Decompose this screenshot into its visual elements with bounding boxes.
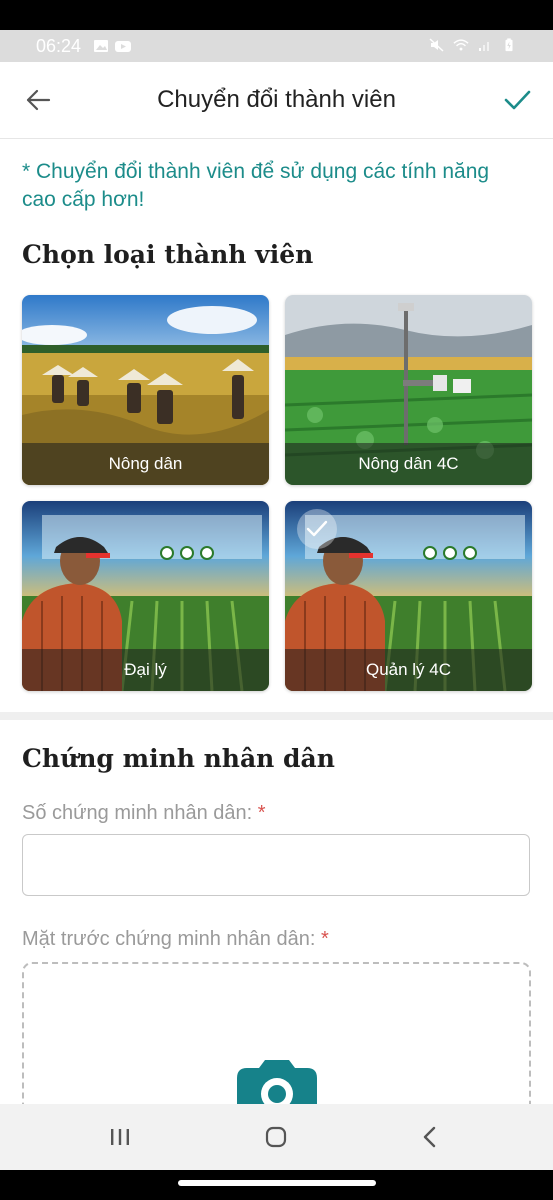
home-indicator[interactable]	[178, 1180, 376, 1186]
home-icon	[265, 1126, 287, 1148]
check-icon	[504, 90, 531, 110]
id-number-label: Số chứng minh nhân dân: *	[22, 802, 266, 825]
confirm-button[interactable]	[499, 82, 535, 118]
system-back-button[interactable]	[410, 1122, 450, 1152]
member-type-heading: Chọn loại thành viên	[22, 240, 314, 269]
member-option-label: Đại lý	[22, 649, 269, 691]
id-number-input[interactable]	[22, 834, 530, 896]
image-icon	[94, 40, 108, 52]
check-icon	[306, 520, 328, 537]
home-button[interactable]	[256, 1122, 296, 1152]
id-card-heading: Chứng minh nhân dân	[22, 744, 335, 773]
app-screen: Chuyển đổi thành viên * Chuyển đổi thành…	[0, 62, 553, 1104]
mute-icon	[429, 38, 444, 52]
signal-icon	[479, 42, 489, 51]
member-option-label: Nông dân	[22, 443, 269, 485]
id-number-label-text: Số chứng minh nhân dân:	[22, 802, 253, 824]
battery-charging-icon	[505, 38, 513, 52]
status-time: 06:24	[36, 36, 82, 56]
front-id-label: Mặt trước chứng minh nhân dân: *	[22, 928, 329, 951]
recent-apps-button[interactable]	[100, 1122, 140, 1152]
required-mark: *	[320, 928, 329, 950]
member-option-label: Nông dân 4C	[285, 443, 532, 485]
member-option-farmer[interactable]: Nông dân	[22, 295, 269, 485]
member-option-agent[interactable]: Đại lý	[22, 501, 269, 691]
system-nav-bar	[0, 1104, 553, 1170]
youtube-icon	[115, 41, 131, 52]
member-option-farmer-4c[interactable]: Nông dân 4C	[285, 295, 532, 485]
member-option-label: Quản lý 4C	[285, 649, 532, 691]
back-icon	[423, 1126, 436, 1148]
member-option-manager-4c[interactable]: Quản lý 4C	[285, 501, 532, 691]
wifi-icon	[453, 39, 469, 51]
status-bar: 06:24	[0, 30, 553, 62]
front-id-label-text: Mặt trước chứng minh nhân dân:	[22, 928, 316, 950]
app-header: Chuyển đổi thành viên	[0, 62, 553, 139]
selected-indicator	[297, 509, 337, 549]
top-black-bar	[0, 0, 553, 30]
page-title: Chuyển đổi thành viên	[157, 86, 396, 113]
camera-icon[interactable]	[237, 1060, 317, 1104]
recent-apps-icon	[111, 1129, 129, 1145]
required-mark: *	[257, 802, 266, 824]
upgrade-note: * Chuyển đổi thành viên để sử dụng các t…	[22, 160, 490, 211]
section-divider	[0, 712, 553, 720]
